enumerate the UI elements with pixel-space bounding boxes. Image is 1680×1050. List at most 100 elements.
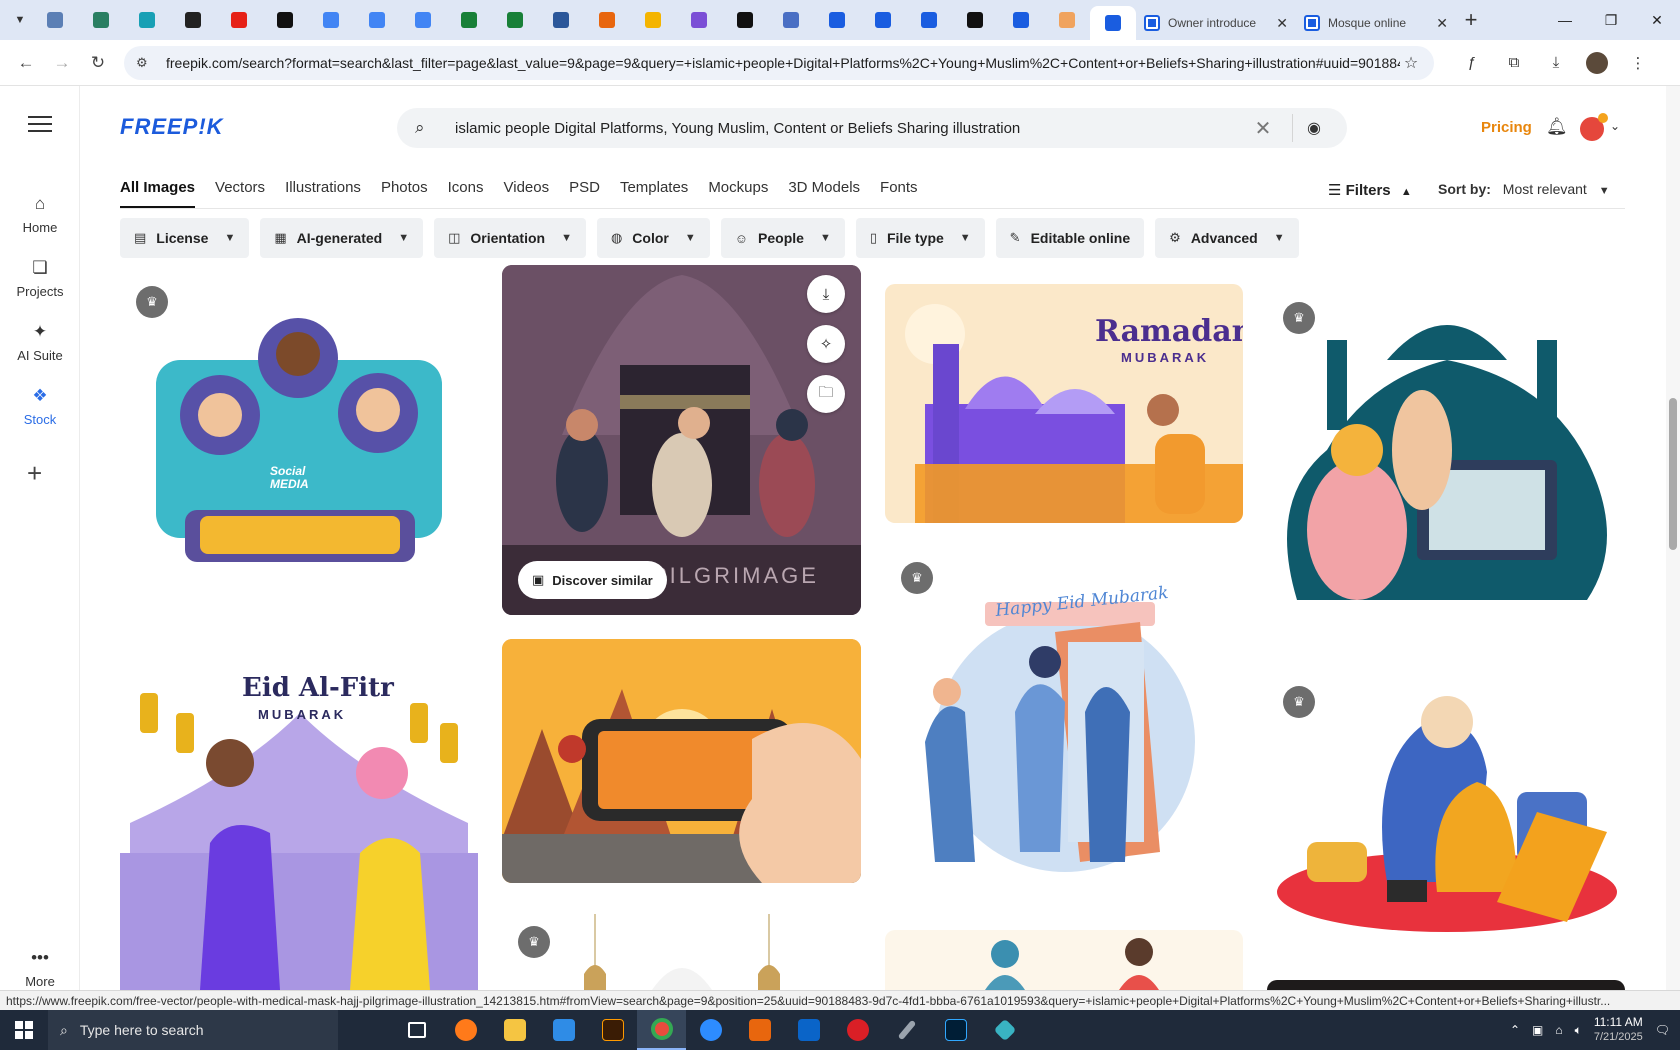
tab-vectors[interactable]: Vectors <box>215 179 265 208</box>
browser-tab[interactable]: Mosque online ✕ <box>1296 6 1456 40</box>
browser-tab[interactable] <box>32 5 78 35</box>
pricing-link[interactable]: Pricing <box>1481 119 1532 136</box>
browser-tab[interactable] <box>814 5 860 35</box>
address-bar[interactable]: ⚙ freepik.com/search?format=search&last_… <box>124 45 1434 80</box>
reload-icon[interactable]: ↻ <box>82 47 114 79</box>
tray-chevron-up-icon[interactable]: ⌃ <box>1510 1023 1520 1037</box>
app-orange-icon[interactable] <box>735 1010 784 1050</box>
result-card-social-media[interactable]: Social MEDIA ♛ <box>120 270 478 590</box>
camera-search-icon[interactable]: ◉ <box>1307 118 1329 138</box>
firefox-icon[interactable] <box>441 1010 490 1050</box>
close-icon[interactable]: ✕ <box>1436 15 1448 32</box>
url-text[interactable]: freepik.com/search?format=search&last_fi… <box>166 55 1400 71</box>
profile-avatar[interactable] <box>1586 51 1608 74</box>
notifications-icon[interactable]: 🗨︎ <box>1655 1023 1670 1037</box>
taskbar-search[interactable]: ⌕ Type here to search <box>48 1010 338 1050</box>
browser-tab[interactable] <box>78 5 124 35</box>
restore-icon[interactable]: ❐ <box>1588 0 1634 40</box>
result-card-dark-photo[interactable] <box>1267 980 1625 990</box>
volume-icon[interactable]: 🔈︎ <box>1575 1023 1582 1038</box>
extensions-icon[interactable]: ⧉ <box>1502 51 1526 75</box>
tray-app-icon[interactable]: ▣ <box>1532 1023 1543 1037</box>
browser-tab[interactable] <box>538 5 584 35</box>
result-card-people-chat[interactable] <box>885 930 1243 990</box>
bookmark-star-icon[interactable]: ☆ <box>1400 53 1422 73</box>
tab-search-dropdown-icon[interactable]: ▼ <box>8 8 32 32</box>
browser-tab[interactable] <box>170 5 216 35</box>
rail-item-ai-suite[interactable]: ✦ AI Suite <box>0 322 80 363</box>
add-icon[interactable]: + <box>27 458 42 489</box>
chrome-icon[interactable] <box>637 1010 686 1050</box>
close-icon[interactable]: ✕ <box>1276 15 1288 32</box>
result-card-couple-laptop[interactable]: ♛ <box>1267 682 1625 952</box>
user-avatar[interactable] <box>1580 113 1608 141</box>
tab-3d-models[interactable]: 3D Models <box>788 179 860 208</box>
close-window-icon[interactable]: ✕ <box>1634 0 1680 40</box>
browser-tab[interactable] <box>1090 6 1136 40</box>
filter-chip-file-type[interactable]: ▯ File type ▼ <box>855 218 985 258</box>
tab-photos[interactable]: Photos <box>381 179 428 208</box>
browser-tab[interactable] <box>446 5 492 35</box>
tab-psd[interactable]: PSD <box>569 179 600 208</box>
windows-start-icon[interactable] <box>0 1010 48 1050</box>
browser-tab[interactable] <box>492 5 538 35</box>
tab-videos[interactable]: Videos <box>504 179 550 208</box>
browser-tab[interactable] <box>722 5 768 35</box>
filters-toggle-button[interactable]: ☰ Filters ▲ <box>1328 181 1412 199</box>
browser-tab[interactable] <box>768 5 814 35</box>
vscode-icon[interactable] <box>539 1010 588 1050</box>
browser-tab[interactable] <box>216 5 262 35</box>
tab-icons[interactable]: Icons <box>448 179 484 208</box>
discover-similar-button[interactable]: ▣ Discover similar <box>518 561 667 599</box>
browser-tab[interactable] <box>906 5 952 35</box>
browser-tab[interactable] <box>400 5 446 35</box>
ai-edit-sparkle-icon[interactable]: ✧ <box>807 325 845 363</box>
browser-tab[interactable] <box>676 5 722 35</box>
browser-tab[interactable] <box>308 5 354 35</box>
filter-chip-people[interactable]: ☺ People ▼ <box>720 218 845 258</box>
forward-icon[interactable]: → <box>46 47 78 79</box>
back-icon[interactable]: ← <box>10 47 42 79</box>
hamburger-menu-icon[interactable] <box>28 116 52 137</box>
network-icon[interactable]: ⌂ <box>1555 1023 1562 1037</box>
browser-tab[interactable] <box>998 5 1044 35</box>
result-card-ramadan-mubarak[interactable]: Ramadan MUBARAK <box>885 284 1243 523</box>
task-view-icon[interactable] <box>392 1010 441 1050</box>
search-input[interactable]: islamic people Digital Platforms, Young … <box>455 120 1248 137</box>
tab-templates[interactable]: Templates <box>620 179 688 208</box>
sort-dropdown[interactable]: Sort by: Most relevant ▼ <box>1438 181 1610 197</box>
rail-item-projects[interactable]: ❏ Projects <box>0 258 80 299</box>
rail-item-more[interactable]: ••• More <box>0 948 80 989</box>
illustrator-icon[interactable] <box>588 1010 637 1050</box>
minimize-icon[interactable]: — <box>1542 0 1588 40</box>
search-bar[interactable]: ⌕ islamic people Digital Platforms, Youn… <box>397 108 1347 148</box>
filter-chip-advanced[interactable]: ⚙ Advanced ▼ <box>1155 218 1299 258</box>
search-icon[interactable]: ⌕ <box>415 118 445 138</box>
browser-tab[interactable] <box>952 5 998 35</box>
browser-tab[interactable] <box>584 5 630 35</box>
tab-fonts[interactable]: Fonts <box>880 179 918 208</box>
extension-font-icon[interactable]: ƒ <box>1460 51 1484 75</box>
freepik-logo[interactable]: FREEP!K <box>120 114 224 140</box>
clear-search-icon[interactable]: ✕ <box>1248 116 1278 141</box>
result-card-happy-eid-mubarak[interactable]: Happy Eid Mubarak ♛ <box>885 562 1243 882</box>
rail-item-stock[interactable]: ❖ Stock <box>0 386 80 427</box>
filter-chip-color[interactable]: ◍ Color ▼ <box>596 218 710 258</box>
download-icon[interactable]: ⤓ <box>1544 51 1568 75</box>
filter-chip-editable-online[interactable]: ✎ Editable online <box>995 218 1145 258</box>
creative-cloud-icon[interactable] <box>833 1010 882 1050</box>
save-to-collection-icon[interactable]: 🗀︎ <box>807 375 845 413</box>
result-card-eid-al-fitr[interactable]: Eid Al-Fitr MUBARAK <box>120 653 478 990</box>
browser-tab[interactable] <box>262 5 308 35</box>
new-tab-button[interactable]: + <box>1456 5 1486 35</box>
menu-kebab-icon[interactable]: ⋮ <box>1626 51 1650 75</box>
tab-illustrations[interactable]: Illustrations <box>285 179 361 208</box>
pen-tool-icon[interactable] <box>882 1010 931 1050</box>
file-explorer-icon[interactable] <box>490 1010 539 1050</box>
browser-tab[interactable] <box>1044 5 1090 35</box>
browser-tab[interactable] <box>354 5 400 35</box>
browser-tab[interactable] <box>860 5 906 35</box>
browser-tab[interactable] <box>124 5 170 35</box>
result-card-lanterns[interactable]: ♛ <box>502 906 861 990</box>
chevron-down-icon[interactable]: ⌄ <box>1610 119 1620 133</box>
